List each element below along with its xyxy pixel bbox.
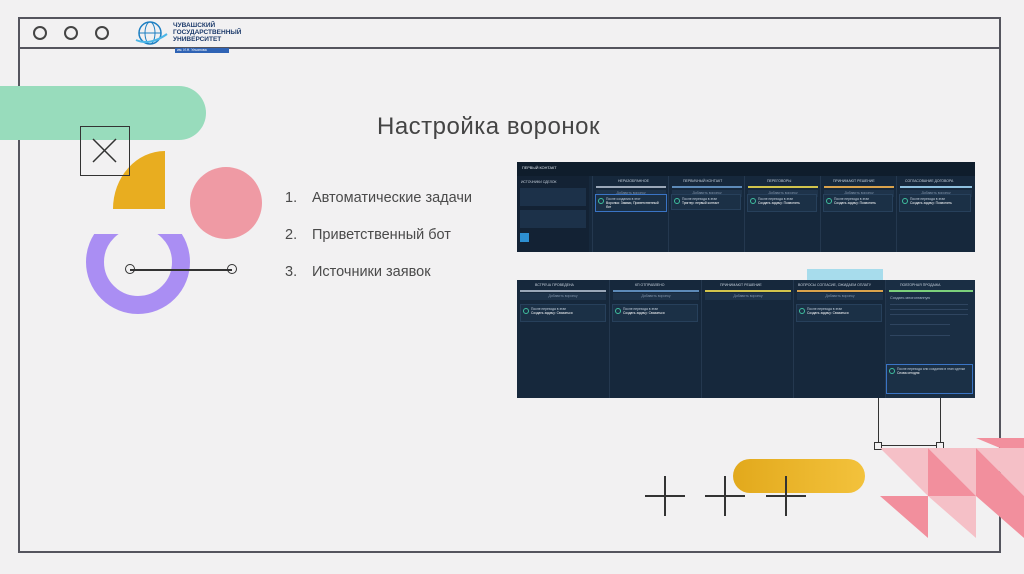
top-divider [18,47,1001,49]
slide-title: Настройка воронок [377,113,600,140]
feature-list: 1. Автоматические задачи 2. Приветственный… [285,190,472,301]
pipeline-column: ПРИНИМАЮТ РЕШЕНИЕ Добавить воронку [701,280,794,398]
logo-tagline: им. И.Н. Ульянова [175,48,229,53]
sidebar-title: ИСТОЧНИКИ СДЕЛОК [521,180,557,184]
slider-dot-right [227,264,237,274]
pipeline-column: СОГЛАСОВАНИЕ ДОГОВОРА Добавить воронку [896,176,975,252]
automation-card[interactable]: После перехода в этап Создать задачу: Поз… [747,194,817,212]
crm-screenshot-bottom: ВСТРЕЧА ПРОВЕДЕНА Добавить воронку КП ОТП… [517,280,975,398]
automation-card[interactable]: После перехода в этап Триггер: первый кон… [671,194,741,210]
list-item: 2. Приветственный бот [285,227,451,243]
automation-card[interactable]: После перехода в этап Создать задачу: Поз… [899,194,971,212]
pink-triangles-pattern [880,438,1024,538]
window-dot-3 [95,26,109,40]
slider-line [130,269,232,271]
automation-card[interactable]: После перехода в этап Создать задачу: Поз… [823,194,893,212]
side-panel-title: Создать многоэтапную [890,296,931,300]
plus-icon [705,476,745,516]
pipeline-column: НЕРАЗОБРАННОЕ Добавить воронку [592,176,669,252]
automation-card[interactable]: После перехода в этап Создать задачу: Свя… [796,304,882,322]
window-dot-2 [64,26,78,40]
sources-sidebar: ИСТОЧНИКИ СДЕЛОК [517,176,589,252]
crm-screenshot-top: ПЕРВЫЙ КОНТАКТ ИСТОЧНИКИ СДЕЛОК НЕРАЗОБР… [517,162,975,252]
purple-arc-shape [86,234,190,314]
list-item: 3. Источники заявок [285,264,431,280]
list-item: 1. Автоматические задачи [285,190,473,206]
pipeline-column: ПОВТОРНАЯ ПРОДАЖА Создать многоэтапную П… [885,280,975,398]
logo-text: ЧУВАШСКИЙ ГОСУДАРСТВЕННЫЙ УНИВЕРСИТЕТ [173,22,242,43]
automation-card[interactable]: После создания в этот Воронка: Заявки, Пр… [595,194,667,212]
slider-dot-left [125,264,135,274]
pipeline-column: ВСТРЕЧА ПРОВЕДЕНА Добавить воронку [517,280,609,398]
automation-card[interactable]: После перехода в этап Создать задачу: Свя… [520,304,606,322]
automation-card[interactable]: После перехода или создания в этап сделк… [886,364,973,394]
pipeline-column: ВОПРОСЫ СОГЛАСИЕ, ОЖИДАЕМ ОПЛАТУ Добавить… [793,280,886,398]
close-box-icon [80,126,130,176]
pipeline-column: ПЕРЕГОВОРЫ Добавить воронку [744,176,821,252]
pipeline-column: ПРИНИМАЮТ РЕШЕНИЕ Добавить воронку [820,176,897,252]
plus-icon [766,476,806,516]
window-dot-1 [33,26,47,40]
university-logo: ЧУВАШСКИЙ ГОСУДАРСТВЕННЫЙ УНИВЕРСИТЕТ им… [133,20,245,53]
pipeline-column: КП ОТПРАВЛЕНО Добавить воронку [609,280,702,398]
automation-card[interactable]: После перехода в этап Создать задачу: Свя… [612,304,698,322]
pipeline-column: ПЕРВИЧНЫЙ КОНТАКТ Добавить воронку [668,176,745,252]
plus-icon [645,476,685,516]
pink-circle-shape [190,167,262,239]
pipeline-name: ПЕРВЫЙ КОНТАКТ [522,166,557,170]
globe-icon [135,21,168,45]
